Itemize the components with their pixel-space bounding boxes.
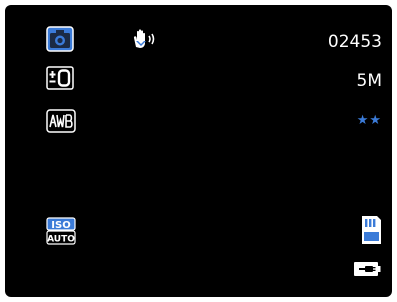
svg-text:AUTO: AUTO bbox=[47, 235, 75, 245]
quality-stars: ★★ bbox=[356, 113, 382, 128]
iso-auto-icon[interactable]: ISO AUTO bbox=[46, 217, 76, 245]
resolution-indicator: 5M bbox=[356, 71, 382, 91]
camera-mode-icon[interactable] bbox=[46, 26, 74, 52]
power-plug-icon bbox=[353, 261, 381, 277]
hand-shake-stabilizer-icon bbox=[130, 27, 164, 51]
exposure-compensation-icon[interactable] bbox=[46, 66, 74, 90]
auto-white-balance-icon[interactable] bbox=[46, 109, 76, 133]
camera-viewfinder-screen: 02453 5M ★★ ISO AUTO bbox=[5, 5, 392, 297]
svg-text:ISO: ISO bbox=[51, 220, 70, 231]
sd-card-icon bbox=[360, 215, 382, 245]
shot-counter: 02453 bbox=[327, 32, 382, 52]
